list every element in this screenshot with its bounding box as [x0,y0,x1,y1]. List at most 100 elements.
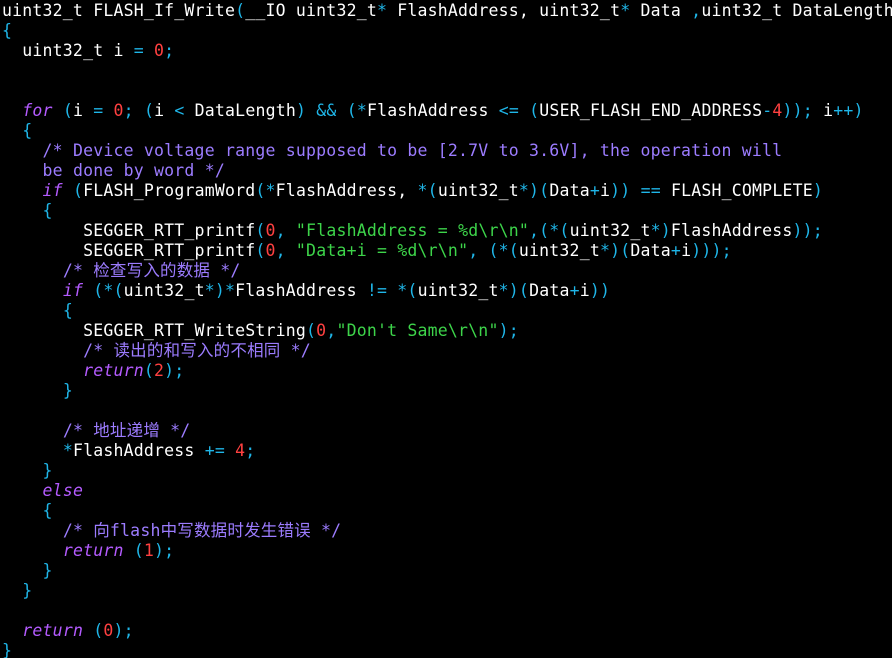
code-line[interactable]: if (*(uint32_t*)*FlashAddress != *(uint3… [2,281,892,301]
code-editor[interactable]: uint32_t FLASH_If_Write(__IO uint32_t* F… [0,0,892,658]
code-line[interactable]: if (FLASH_ProgramWord(*FlashAddress, *(u… [2,181,892,201]
code-token-punct: } [2,641,13,658]
code-token-punct: * [620,1,631,20]
code-token-punct: = [133,41,144,60]
code-token-punct: ; [245,441,256,460]
code-token-punct: * [62,441,73,460]
code-line[interactable]: *FlashAddress += 4; [2,441,892,461]
code-token-keyword: if [42,181,63,200]
code-token-string: "FlashAddress = %d\r\n" [295,221,530,240]
code-line[interactable]: SEGGER_RTT_printf(0, "Data+i = %d\r\n", … [2,241,892,261]
code-token-text: FlashAddress [235,281,367,300]
code-token-punct: ( [143,101,155,120]
code-line[interactable]: return (1); [2,541,892,561]
code-token-punct: )); [782,101,813,120]
code-token-keyword: return [83,361,144,380]
code-token-punct: ,(*( [529,221,570,240]
code-line[interactable]: else [2,481,892,501]
code-line[interactable] [2,81,892,101]
code-line[interactable]: /* Device voltage range supposed to be [… [2,141,892,161]
code-token-punct: { [22,121,33,140]
code-token-punct: ( [235,1,246,20]
code-token-text: FLASH_COMPLETE [660,181,813,200]
code-token-number: 0 [265,221,276,240]
code-token-punct: && [316,101,337,120]
code-token-punct: , [691,1,702,20]
code-token-punct: , [326,321,337,340]
code-token-punct: ); [498,321,519,340]
code-token-text: uint32_t FLASH_If_Write [2,1,236,20]
code-line[interactable]: uint32_t FLASH_If_Write(__IO uint32_t* F… [2,1,892,21]
code-line[interactable] [2,601,892,621]
code-token-keyword: return [62,541,124,560]
code-token-text: i [72,101,94,120]
code-token-punct: ; [164,41,175,60]
code-line[interactable]: return (0); [2,621,892,641]
code-line[interactable]: /* 读出的和写入的不相同 */ [2,341,892,361]
code-line[interactable]: { [2,301,892,321]
code-token-punct: ); [154,541,175,560]
code-token-punct: ) [296,101,307,120]
code-token-comment: /* 检查写入的数据 */ [62,261,241,280]
code-token-text: uint32_t [518,241,600,260]
code-line[interactable]: /* 检查写入的数据 */ [2,261,892,281]
code-token-punct: = [93,101,104,120]
code-line[interactable]: SEGGER_RTT_printf(0, "FlashAddress = %d\… [2,221,892,241]
code-line[interactable]: } [2,381,892,401]
code-token-punct: *( [417,181,438,200]
code-line[interactable] [2,401,892,421]
code-line[interactable]: } [2,561,892,581]
code-line[interactable]: return(2); [2,361,892,381]
code-token-punct: { [62,301,73,320]
code-line[interactable]: { [2,121,892,141]
code-line[interactable]: } [2,641,892,658]
code-line[interactable]: } [2,461,892,481]
code-line[interactable]: /* 地址递增 */ [2,421,892,441]
code-line[interactable]: { [2,21,892,41]
code-line[interactable]: } [2,581,892,601]
code-line[interactable]: { [2,501,892,521]
code-token-text: i [579,281,590,300]
code-token-punct: ( [62,101,73,120]
code-token-text: i [681,241,692,260]
code-line[interactable]: for (i = 0; (i < DataLength) && (*FlashA… [2,101,892,121]
code-lines[interactable]: uint32_t FLASH_If_Write(__IO uint32_t* F… [2,1,892,658]
code-token-text: SEGGER_RTT_WriteString [2,321,307,340]
code-line[interactable]: be done by word */ [2,161,892,181]
code-token-punct: + [670,241,682,260]
code-token-punct: )) [589,281,611,300]
code-token-number: 0 [265,241,276,260]
code-line[interactable]: { [2,201,892,221]
code-token-text: uint32_t DataLength [701,1,892,20]
code-token-punct: (* [255,181,276,200]
code-token-punct: , [275,241,286,260]
code-line[interactable]: SEGGER_RTT_WriteString(0,"Don't Same\r\n… [2,321,892,341]
code-token-text: FlashAddress [366,101,499,120]
code-token-text: i [154,101,175,120]
code-token-text: FlashAddress [72,441,205,460]
code-line[interactable]: /* 向flash中写数据时发生错误 */ [2,521,892,541]
code-token-punct: } [42,461,53,480]
code-token-number: 0 [103,621,114,640]
code-token-punct: )); [792,221,823,240]
code-line[interactable] [2,61,892,81]
code-token-text: i [812,101,834,120]
code-line[interactable]: uint32_t i = 0; [2,41,892,61]
